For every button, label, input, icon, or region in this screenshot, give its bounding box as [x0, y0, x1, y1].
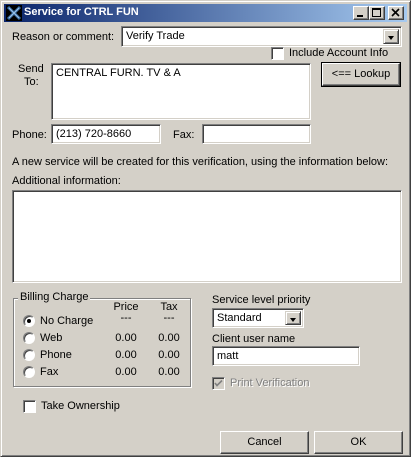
reason-label: Reason or comment:: [12, 31, 115, 43]
billing-phone-radio[interactable]: [23, 349, 35, 361]
print-verification-checkbox[interactable]: [212, 377, 225, 390]
send-to-value: CENTRAL FURN. TV & A: [56, 67, 181, 79]
fax-field[interactable]: [202, 124, 311, 144]
phone-field[interactable]: (213) 720-8660: [51, 124, 161, 144]
ok-button[interactable]: OK: [314, 431, 403, 454]
close-button[interactable]: [388, 6, 404, 20]
cancel-button-label: Cancel: [247, 436, 282, 448]
cancel-button[interactable]: Cancel: [220, 431, 309, 454]
additional-info-label: Additional information:: [12, 175, 121, 187]
lookup-button[interactable]: <== Lookup: [321, 62, 401, 87]
billing-no-charge-label: No Charge: [40, 315, 94, 327]
lookup-button-label: <== Lookup: [331, 68, 391, 80]
fax-label: Fax:: [173, 129, 195, 141]
close-icon: [391, 8, 400, 17]
phone-value: (213) 720-8660: [56, 128, 132, 140]
billing-web-radio[interactable]: [23, 332, 35, 344]
phone-label: Phone:: [12, 129, 47, 141]
service-priority-label: Service level priority: [212, 294, 311, 306]
billing-no-charge-tax: ---: [163, 312, 175, 324]
minimize-icon: [357, 15, 363, 17]
send-to-label-line2: To:: [24, 76, 39, 88]
reason-dropdown-chevron-down-icon[interactable]: [383, 29, 399, 44]
service-dialog: Service for CTRL FUN Reason or comment: …: [0, 0, 411, 457]
minimize-button[interactable]: [353, 6, 369, 20]
billing-web-tax: 0.00: [158, 332, 180, 344]
billing-phone-label: Phone: [40, 349, 72, 361]
billing-no-charge-radio[interactable]: [23, 315, 35, 327]
maximize-icon: [372, 8, 381, 17]
title-bar[interactable]: Service for CTRL FUN: [4, 4, 407, 22]
reason-selected-value: Verify Trade: [126, 30, 185, 42]
client-user-field[interactable]: matt: [212, 346, 360, 366]
billing-fax-tax: 0.00: [158, 366, 180, 378]
window-title: Service for CTRL FUN: [24, 6, 139, 18]
billing-phone-tax: 0.00: [158, 349, 180, 361]
billing-fax-label: Fax: [40, 366, 59, 378]
service-priority-value: Standard: [217, 312, 262, 324]
client-user-value: matt: [217, 350, 239, 362]
maximize-button[interactable]: [369, 6, 385, 20]
service-priority-chevron-down-icon[interactable]: [285, 311, 301, 325]
billing-fax-radio[interactable]: [23, 366, 35, 378]
billing-web-price: 0.00: [115, 332, 137, 344]
reason-select[interactable]: Verify Trade: [121, 26, 402, 47]
billing-fax-price: 0.00: [115, 366, 137, 378]
include-account-info-label: Include Account Info: [289, 47, 389, 59]
print-verification-label: Print Verification: [230, 377, 310, 389]
app-icon: [6, 5, 22, 21]
checkmark-icon: [214, 379, 223, 387]
client-user-label: Client user name: [212, 333, 296, 345]
billing-web-label: Web: [40, 332, 63, 344]
additional-info-textarea[interactable]: [12, 190, 402, 283]
billing-charge-title: Billing Charge: [18, 291, 91, 303]
service-priority-select[interactable]: Standard: [212, 308, 304, 328]
take-ownership-checkbox[interactable]: [23, 400, 36, 413]
send-to-label-line1: Send: [18, 63, 44, 75]
billing-phone-price: 0.00: [115, 349, 137, 361]
take-ownership-label: Take Ownership: [41, 400, 120, 412]
include-account-info-checkbox[interactable]: [271, 47, 284, 60]
ok-button-label: OK: [350, 436, 367, 448]
billing-no-charge-price: ---: [120, 312, 132, 324]
info-notice: A new service will be created for this v…: [12, 156, 389, 168]
send-to-field[interactable]: CENTRAL FURN. TV & A: [51, 63, 311, 120]
